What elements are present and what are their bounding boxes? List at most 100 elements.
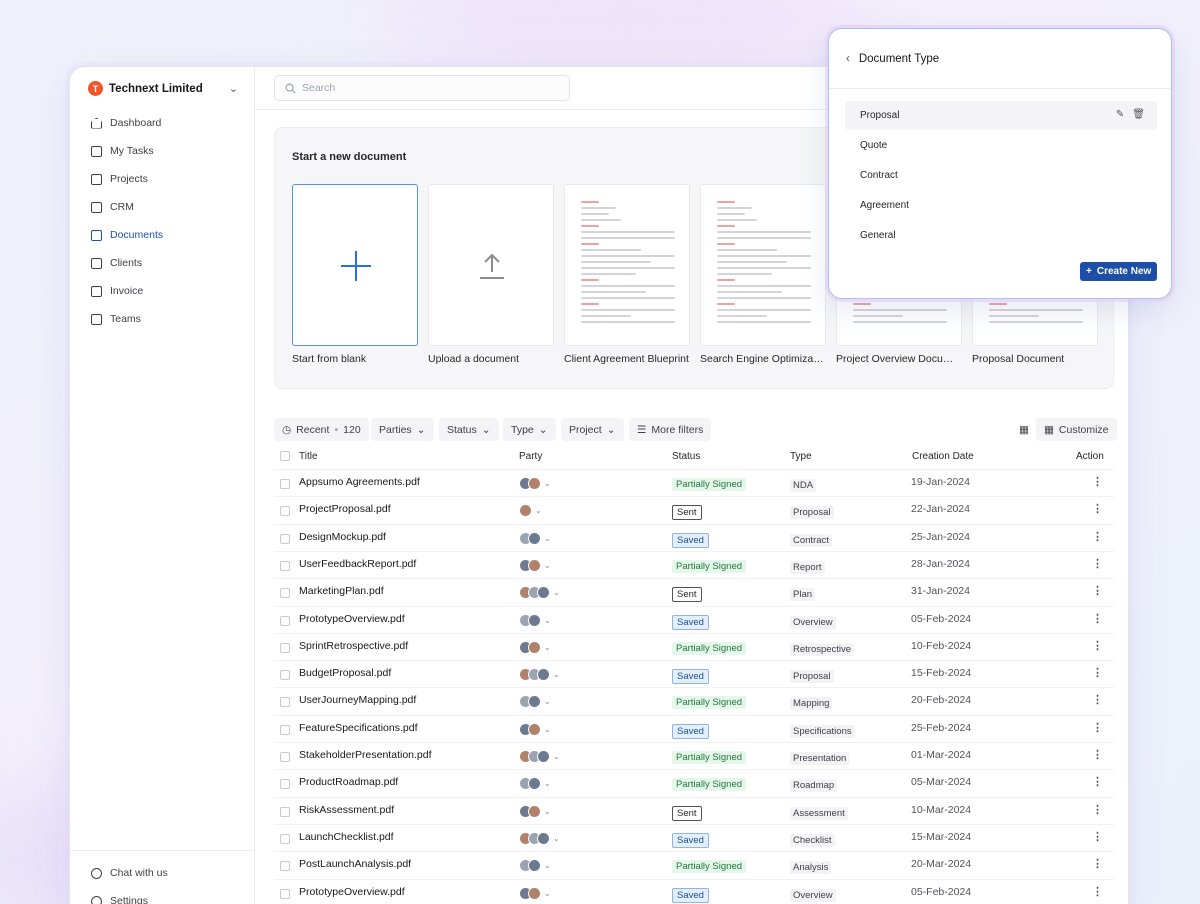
more-actions-icon[interactable]: ⋮	[1092, 803, 1103, 816]
document-type-option[interactable]: General	[845, 221, 1157, 250]
document-title[interactable]: ProductRoadmap.pdf	[299, 776, 398, 788]
sidebar-item-invoice[interactable]: Invoice	[84, 277, 240, 305]
row-checkbox[interactable]	[280, 479, 290, 489]
row-checkbox[interactable]	[280, 697, 290, 708]
edit-icon[interactable]: ✎	[1116, 109, 1124, 120]
party-avatars[interactable]: ⌄	[519, 750, 560, 763]
table-row[interactable]: UserFeedbackReport.pdf ⌄ Partially Signed R…	[274, 550, 1114, 578]
row-checkbox[interactable]	[280, 833, 290, 844]
column-header-title[interactable]: Title	[299, 451, 318, 462]
party-avatars[interactable]: ⌄	[519, 613, 551, 627]
table-row[interactable]: StakeholderPresentation.pdf ⌄ Partially Si…	[274, 742, 1114, 769]
row-checkbox[interactable]	[280, 806, 290, 817]
template-blank[interactable]: Start from blank	[292, 184, 418, 365]
customize-button[interactable]: ▦ Customize	[1036, 418, 1117, 441]
more-actions-icon[interactable]: ⋮	[1092, 830, 1103, 843]
more-actions-icon[interactable]: ⋮	[1092, 639, 1103, 652]
project-filter[interactable]: Project ⌄	[561, 418, 624, 441]
select-all-checkbox[interactable]	[280, 451, 290, 461]
party-avatars[interactable]: ⌄	[519, 640, 551, 654]
row-checkbox[interactable]	[280, 670, 290, 681]
party-avatars[interactable]: ⌄	[519, 722, 551, 736]
more-actions-icon[interactable]: ⋮	[1092, 748, 1103, 761]
document-type-option[interactable]: Quote	[845, 131, 1157, 160]
column-header-type[interactable]: Type	[790, 451, 812, 462]
more-filters-button[interactable]: ☰ More filters	[629, 418, 712, 441]
document-title[interactable]: BudgetProposal.pdf	[299, 667, 391, 679]
row-checkbox[interactable]	[280, 888, 290, 899]
party-avatars[interactable]: ⌄	[519, 695, 551, 709]
sidebar-item-clients[interactable]: Clients	[84, 249, 240, 277]
more-actions-icon[interactable]: ⋮	[1092, 721, 1103, 734]
more-actions-icon[interactable]: ⋮	[1092, 502, 1103, 515]
sidebar-item-chat-with-us[interactable]: Chat with us	[84, 859, 241, 887]
table-row[interactable]: DesignMockup.pdf ⌄ Saved Contract 25-Jan-202…	[274, 523, 1114, 551]
document-title[interactable]: LaunchChecklist.pdf	[299, 831, 394, 843]
row-checkbox[interactable]	[280, 779, 290, 790]
template-seo[interactable]: Search Engine Optimization	[700, 184, 826, 365]
row-checkbox[interactable]	[280, 506, 290, 517]
table-row[interactable]: ProjectProposal.pdf ⌄ Sent Proposal 22-Jan-2…	[274, 496, 1114, 523]
more-actions-icon[interactable]: ⋮	[1092, 666, 1103, 679]
chevron-left-icon[interactable]: ‹	[846, 53, 850, 65]
table-row[interactable]: PrototypeOverview.pdf ⌄ Saved Overview 05-Fe…	[274, 605, 1114, 633]
party-avatars[interactable]: ⌄	[519, 886, 551, 900]
template-upload[interactable]: Upload a document	[428, 184, 554, 365]
sidebar-item-settings[interactable]: Settings	[84, 887, 241, 904]
document-title[interactable]: PrototypeOverview.pdf	[299, 886, 405, 898]
table-row[interactable]: RiskAssessment.pdf ⌄ Sent Assessment 10-Mar-…	[274, 796, 1114, 824]
search-input[interactable]: Search	[274, 75, 570, 101]
document-title[interactable]: FeatureSpecifications.pdf	[299, 722, 417, 734]
org-switcher[interactable]: T Technext Limited ⌄	[88, 81, 238, 96]
sidebar-item-dashboard[interactable]: Dashboard	[84, 109, 240, 137]
party-avatars[interactable]: ⌄	[519, 804, 551, 818]
grid-view-button[interactable]: ▦	[1011, 418, 1037, 441]
document-title[interactable]: RiskAssessment.pdf	[299, 804, 394, 816]
document-title[interactable]: PostLaunchAnalysis.pdf	[299, 858, 411, 870]
party-avatars[interactable]: ⌄	[519, 558, 551, 572]
party-avatars[interactable]: ⌄	[519, 586, 560, 600]
party-avatars[interactable]: ⌄	[519, 504, 542, 518]
table-row[interactable]: MarketingPlan.pdf ⌄ Sent Plan 31-Jan-2024 ⋮	[274, 578, 1114, 605]
more-actions-icon[interactable]: ⋮	[1092, 885, 1103, 898]
row-checkbox[interactable]	[280, 752, 290, 762]
column-header-status[interactable]: Status	[672, 451, 700, 462]
table-row[interactable]: PrototypeOverview.pdf ⌄ Saved Overview 05-Fe…	[274, 878, 1114, 904]
more-actions-icon[interactable]: ⋮	[1092, 584, 1103, 597]
table-row[interactable]: BudgetProposal.pdf ⌄ Saved Proposal 15-Feb-2…	[274, 660, 1114, 687]
document-title[interactable]: ProjectProposal.pdf	[299, 503, 391, 515]
template-client-agreement[interactable]: Client Agreement Blueprint	[564, 184, 690, 365]
table-row[interactable]: Appsumo Agreements.pdf ⌄ Partially Signed N…	[274, 469, 1114, 496]
column-header-party[interactable]: Party	[519, 451, 542, 462]
document-type-option[interactable]: Agreement	[845, 191, 1157, 220]
row-checkbox[interactable]	[280, 588, 290, 599]
sidebar-item-my-tasks[interactable]: My Tasks	[84, 137, 240, 165]
row-checkbox[interactable]	[280, 533, 290, 544]
more-actions-icon[interactable]: ⋮	[1092, 475, 1103, 488]
parties-filter[interactable]: Parties ⌄	[371, 418, 434, 441]
party-avatars[interactable]: ⌄	[519, 831, 560, 845]
more-actions-icon[interactable]: ⋮	[1092, 857, 1103, 870]
sidebar-item-documents[interactable]: Documents	[84, 221, 240, 249]
party-avatars[interactable]: ⌄	[519, 668, 560, 682]
more-actions-icon[interactable]: ⋮	[1092, 775, 1103, 788]
type-filter[interactable]: Type ⌄	[503, 418, 556, 441]
row-checkbox[interactable]	[280, 724, 290, 735]
document-title[interactable]: Appsumo Agreements.pdf	[299, 476, 420, 488]
document-title[interactable]: PrototypeOverview.pdf	[299, 613, 405, 625]
document-title[interactable]: DesignMockup.pdf	[299, 531, 386, 543]
party-avatars[interactable]: ⌄	[519, 859, 551, 873]
document-title[interactable]: StakeholderPresentation.pdf	[299, 749, 432, 761]
more-actions-icon[interactable]: ⋮	[1092, 557, 1103, 570]
document-type-option[interactable]: Proposal ✎ 🗑	[845, 101, 1157, 130]
more-actions-icon[interactable]: ⋮	[1092, 693, 1103, 706]
row-checkbox[interactable]	[280, 642, 290, 653]
table-row[interactable]: LaunchChecklist.pdf ⌄ Saved Checklist 15-Mar…	[274, 823, 1114, 851]
create-new-button[interactable]: + Create New	[1080, 262, 1158, 281]
document-title[interactable]: MarketingPlan.pdf	[299, 585, 384, 597]
more-actions-icon[interactable]: ⋮	[1092, 530, 1103, 543]
table-row[interactable]: ProductRoadmap.pdf ⌄ Partially Signed Roadm…	[274, 769, 1114, 796]
party-avatars[interactable]: ⌄	[519, 477, 551, 490]
party-avatars[interactable]: ⌄	[519, 531, 551, 545]
recent-filter[interactable]: ◷ Recent • 120	[274, 418, 369, 441]
